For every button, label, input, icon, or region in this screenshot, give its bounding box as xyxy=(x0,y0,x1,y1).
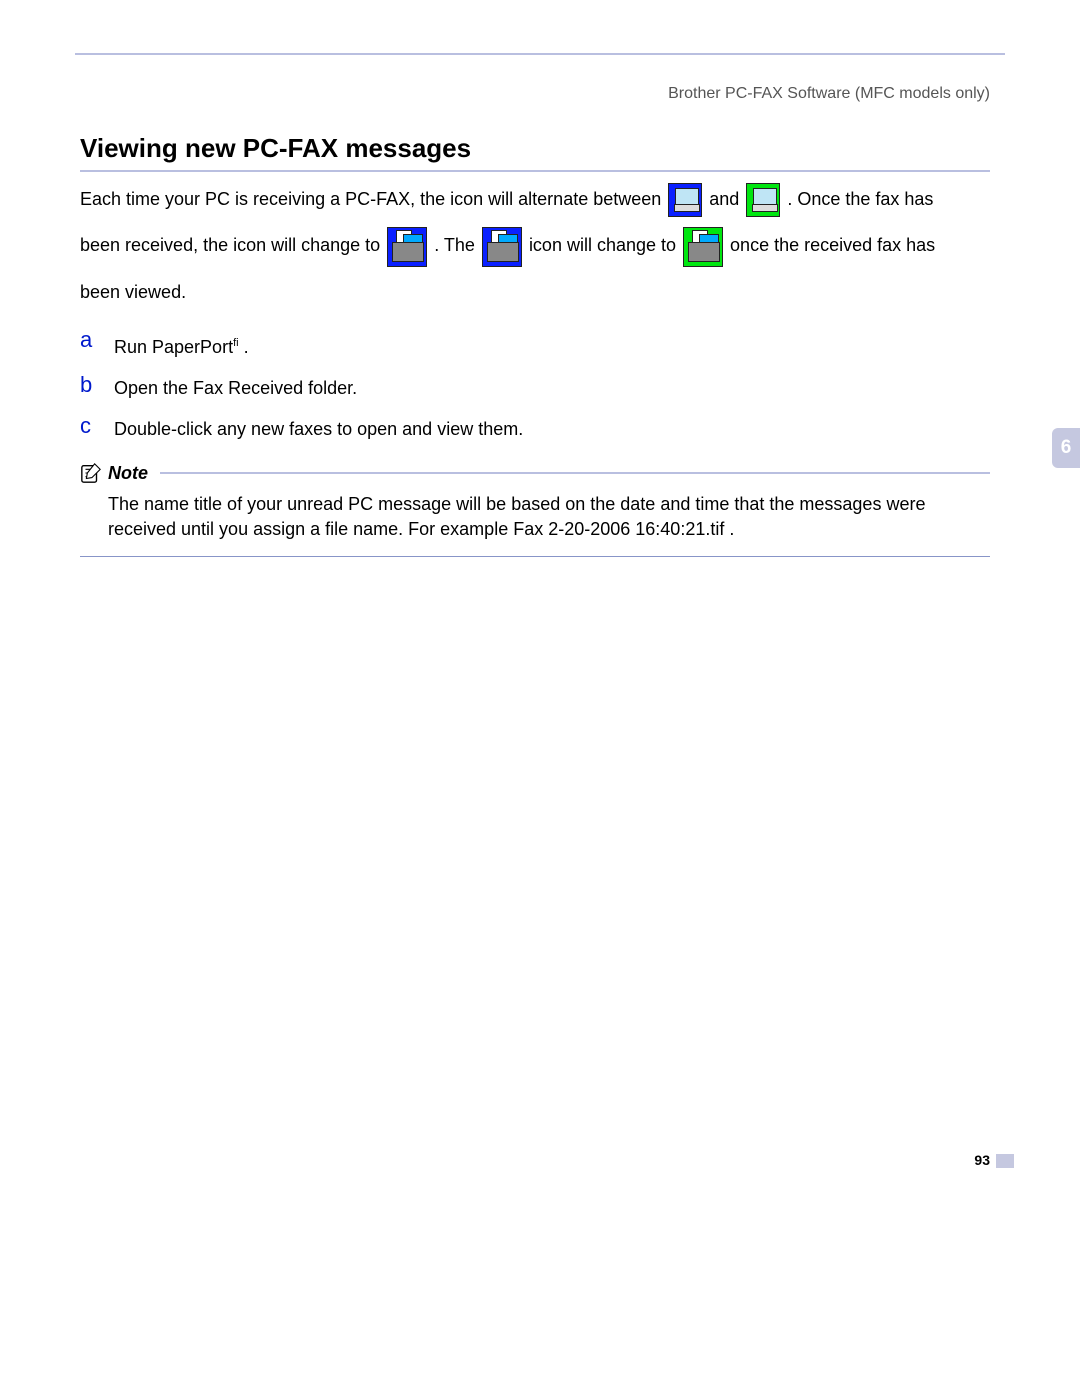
note-text: The name title of your unread PC message… xyxy=(80,492,990,542)
step-a: a Run PaperPortfi . xyxy=(80,327,990,360)
step-text: Run PaperPortfi . xyxy=(114,327,249,360)
text-fragment: Each time your PC is receiving a PC-FAX,… xyxy=(80,189,666,209)
step-b: b Open the Fax Received folder. xyxy=(80,372,990,401)
text-fragment: . Once the fax has xyxy=(787,189,933,209)
fax-receiving-icon-green xyxy=(746,183,780,217)
step-text: Open the Fax Received folder. xyxy=(114,372,357,401)
fax-viewed-icon-green xyxy=(683,227,723,267)
step-text: Double-click any new faxes to open and v… xyxy=(114,413,523,442)
paragraph-received: been received, the icon will change to .… xyxy=(80,225,990,266)
note-bottom-rule xyxy=(80,556,990,557)
text-fragment: icon will change to xyxy=(529,235,681,255)
title-underline xyxy=(80,170,990,172)
chapter-tab: 6 xyxy=(1052,428,1080,468)
paragraph-viewed: been viewed. xyxy=(80,279,990,305)
paragraph-intro: Each time your PC is receiving a PC-FAX,… xyxy=(80,182,990,217)
note-header: Note xyxy=(80,460,990,486)
text-fragment: and xyxy=(709,189,744,209)
note-block: Note The name title of your unread PC me… xyxy=(80,460,990,557)
text-fragment: been received, the icon will change to xyxy=(80,235,385,255)
section-title-block: Viewing new PC-FAX messages xyxy=(80,133,990,172)
text-fragment: once the received fax has xyxy=(730,235,935,255)
fax-received-icon-blue-2 xyxy=(482,227,522,267)
step-c: c Double-click any new faxes to open and… xyxy=(80,413,990,442)
step-letter: b xyxy=(80,372,114,401)
top-horizontal-rule xyxy=(75,53,1005,55)
note-divider xyxy=(160,472,990,474)
fax-receiving-icon-blue xyxy=(668,183,702,217)
document-page: Brother PC-FAX Software (MFC models only… xyxy=(0,0,1080,1397)
step-letter: a xyxy=(80,327,114,360)
page-number: 93 xyxy=(974,1152,990,1168)
section-title: Viewing new PC-FAX messages xyxy=(80,133,990,164)
page-header: Brother PC-FAX Software (MFC models only… xyxy=(668,85,990,103)
note-pencil-icon xyxy=(80,462,102,484)
page-number-accent xyxy=(996,1154,1014,1168)
fax-received-icon-blue xyxy=(387,227,427,267)
body-content: Each time your PC is receiving a PC-FAX,… xyxy=(80,182,990,557)
steps-list: a Run PaperPortfi . b Open the Fax Recei… xyxy=(80,327,990,442)
note-label: Note xyxy=(108,460,148,486)
step-letter: c xyxy=(80,413,114,442)
text-fragment: . The xyxy=(434,235,480,255)
